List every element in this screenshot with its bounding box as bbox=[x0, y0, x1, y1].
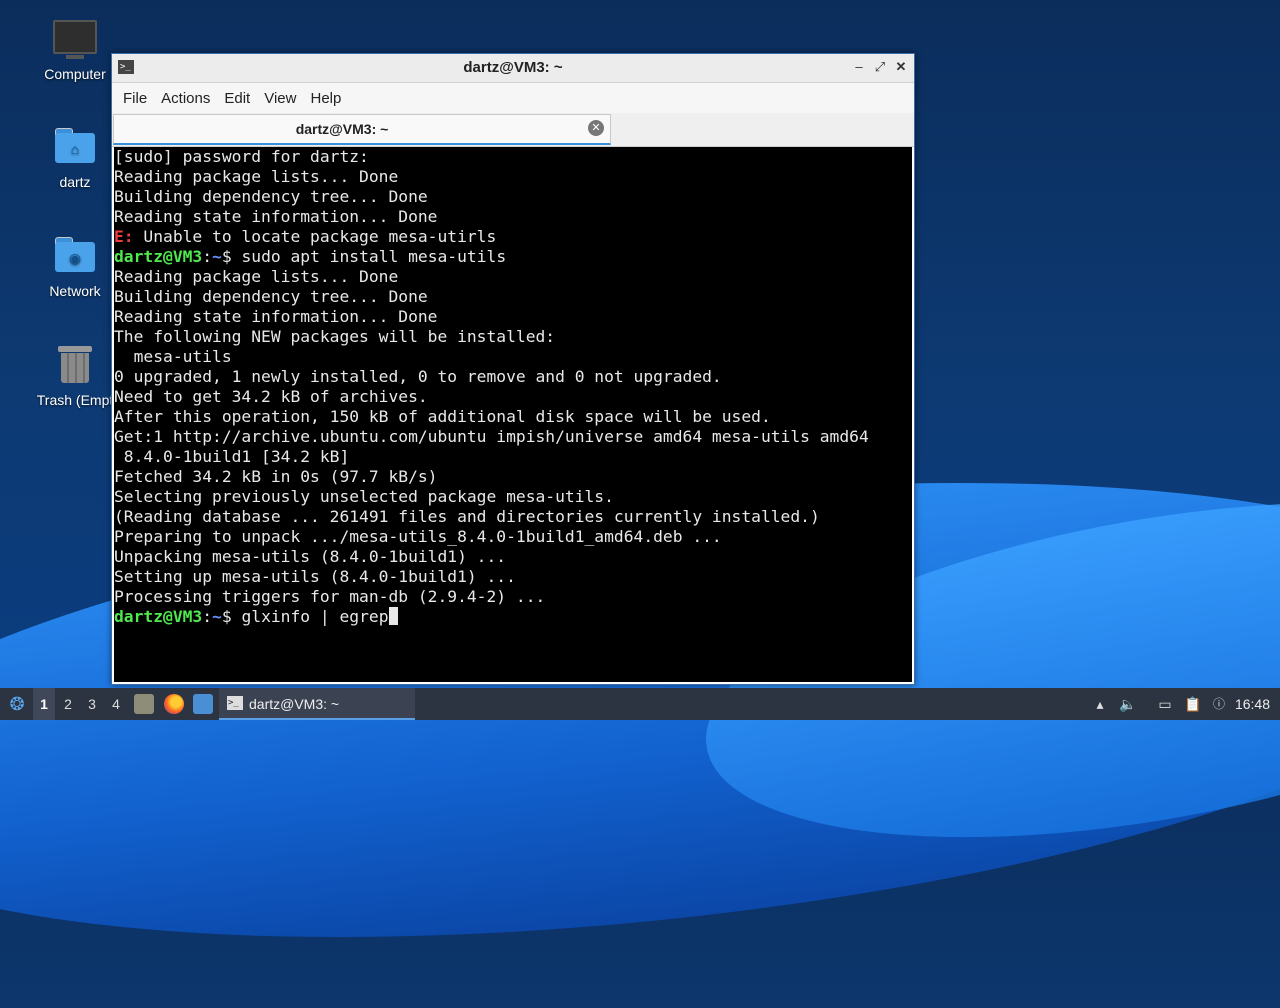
update-notifier-icon[interactable]: ⓘ bbox=[1210, 695, 1228, 713]
terminal-line: Fetched 34.2 kB in 0s (97.7 kB/s) bbox=[114, 467, 438, 486]
terminal-line: Get:1 http://archive.ubuntu.com/ubuntu i… bbox=[114, 427, 869, 446]
file-manager-icon[interactable] bbox=[134, 694, 154, 714]
desktop-icon-label: Computer bbox=[44, 66, 106, 82]
terminal-line: Unpacking mesa-utils (8.4.0-1build1) ... bbox=[114, 547, 507, 566]
computer-icon bbox=[53, 20, 97, 60]
terminal-line: Reading state information... Done bbox=[114, 207, 438, 226]
prompt-path: ~ bbox=[212, 607, 222, 626]
close-button[interactable]: ✕ bbox=[892, 58, 910, 76]
desktop-icon-network[interactable]: ◉ Network bbox=[29, 237, 121, 299]
desktop-icon-label: Trash (Empt bbox=[36, 392, 114, 408]
error-message: Unable to locate package mesa-utirls bbox=[133, 227, 497, 246]
terminal-task-icon: >_ bbox=[227, 696, 243, 710]
workspace-4[interactable]: 4 bbox=[105, 688, 127, 720]
prompt-user: dartz@VM3 bbox=[114, 607, 203, 626]
menu-edit[interactable]: Edit bbox=[217, 90, 257, 107]
menu-file[interactable]: File bbox=[116, 90, 154, 107]
network-folder-icon: ◉ bbox=[53, 237, 97, 277]
menu-view[interactable]: View bbox=[257, 90, 303, 107]
terminal-error-line: E: Unable to locate package mesa-utirls bbox=[114, 227, 912, 247]
terminal-line: Reading package lists... Done bbox=[114, 167, 399, 186]
prompt-separator: : bbox=[202, 607, 213, 626]
workspace-2[interactable]: 2 bbox=[57, 688, 79, 720]
tray-arrow-icon[interactable]: ▴ bbox=[1091, 695, 1109, 713]
tab-close-icon[interactable]: ✕ bbox=[588, 120, 604, 136]
terminal-prompt-line: dartz@VM3:~$ glxinfo | egrep bbox=[114, 607, 912, 627]
terminal-line: Building dependency tree... Done bbox=[114, 287, 428, 306]
firefox-icon[interactable] bbox=[164, 694, 184, 714]
desktop-icon-trash[interactable]: Trash (Empt bbox=[29, 346, 121, 408]
menu-help[interactable]: Help bbox=[303, 90, 348, 107]
terminal-line: 8.4.0-1build1 [34.2 kB] bbox=[114, 447, 350, 466]
task-label: dartz@VM3: ~ bbox=[249, 696, 340, 712]
terminal-line: After this operation, 150 kB of addition… bbox=[114, 407, 771, 426]
desktop-icon-label: Network bbox=[49, 283, 101, 299]
maximize-button[interactable]: ⤢ bbox=[871, 58, 889, 76]
terminal-line: Need to get 34.2 kB of archives. bbox=[114, 387, 428, 406]
workspace-3[interactable]: 3 bbox=[81, 688, 103, 720]
window-titlebar[interactable]: >_ dartz@VM3: ~ – ⤢ ✕ bbox=[112, 54, 914, 83]
terminal-output[interactable]: [sudo] password for dartz: Reading packa… bbox=[114, 147, 912, 682]
minimize-button[interactable]: – bbox=[850, 58, 868, 76]
terminal-line: Preparing to unpack .../mesa-utils_8.4.0… bbox=[114, 527, 722, 546]
terminal-line: Building dependency tree... Done bbox=[114, 187, 428, 206]
tab-bar: dartz@VM3: ~ ✕ bbox=[112, 113, 914, 147]
window-title: dartz@VM3: ~ bbox=[463, 59, 563, 76]
prompt-command: $ sudo apt install mesa-utils bbox=[221, 247, 507, 266]
desktop-icon-label: dartz bbox=[59, 174, 91, 190]
terminal-line: (Reading database ... 261491 files and d… bbox=[114, 507, 820, 526]
trash-icon bbox=[53, 346, 97, 386]
terminal-line: Reading package lists... Done bbox=[114, 267, 399, 286]
terminal-line: Reading state information... Done bbox=[114, 307, 438, 326]
menu-actions[interactable]: Actions bbox=[154, 90, 217, 107]
desktop-icon-home[interactable]: ⌂ dartz bbox=[29, 128, 121, 190]
prompt-command: $ glxinfo | egrep bbox=[221, 607, 389, 626]
prompt-user: dartz@VM3 bbox=[114, 247, 203, 266]
clock[interactable]: 16:48 bbox=[1235, 688, 1270, 720]
terminal-line: 0 upgraded, 1 newly installed, 0 to remo… bbox=[114, 367, 722, 386]
terminal-line: The following NEW packages will be insta… bbox=[114, 327, 556, 346]
terminal-line: Selecting previously unselected package … bbox=[114, 487, 614, 506]
menu-bar: File Actions Edit View Help bbox=[112, 83, 914, 113]
volume-icon[interactable]: 🔈 bbox=[1119, 695, 1137, 713]
terminal-line: Setting up mesa-utils (8.4.0-1build1) ..… bbox=[114, 567, 516, 586]
clipboard-icon[interactable]: 📋 bbox=[1184, 695, 1202, 713]
terminal-prompt-line: dartz@VM3:~$ sudo apt install mesa-utils bbox=[114, 247, 912, 267]
tab-terminal[interactable]: dartz@VM3: ~ ✕ bbox=[113, 114, 611, 145]
terminal-line: mesa-utils bbox=[114, 347, 232, 366]
workspace-1[interactable]: 1 bbox=[33, 688, 55, 720]
prompt-path: ~ bbox=[212, 247, 222, 266]
network-tray-icon[interactable]: ▭ bbox=[1156, 695, 1174, 713]
desktop-icon-computer[interactable]: Computer bbox=[29, 20, 121, 82]
terminal-window[interactable]: >_ dartz@VM3: ~ – ⤢ ✕ File Actions Edit … bbox=[111, 53, 915, 685]
taskbar: ❂ 1 2 3 4 >_ dartz@VM3: ~ ▴ 🔈 ▭ 📋 ⓘ 16:4… bbox=[0, 688, 1280, 720]
tab-label: dartz@VM3: ~ bbox=[295, 121, 389, 137]
taskbar-task-terminal[interactable]: >_ dartz@VM3: ~ bbox=[219, 688, 415, 720]
terminal-line: [sudo] password for dartz: bbox=[114, 147, 369, 166]
error-prefix: E: bbox=[114, 227, 134, 246]
prompt-separator: : bbox=[202, 247, 213, 266]
start-menu-button[interactable]: ❂ bbox=[4, 688, 30, 720]
text-cursor bbox=[388, 607, 398, 625]
home-folder-icon: ⌂ bbox=[53, 128, 97, 168]
show-desktop-icon[interactable] bbox=[193, 694, 213, 714]
terminal-line: Processing triggers for man-db (2.9.4-2)… bbox=[114, 587, 546, 606]
lubuntu-logo-icon: ❂ bbox=[9, 694, 25, 714]
